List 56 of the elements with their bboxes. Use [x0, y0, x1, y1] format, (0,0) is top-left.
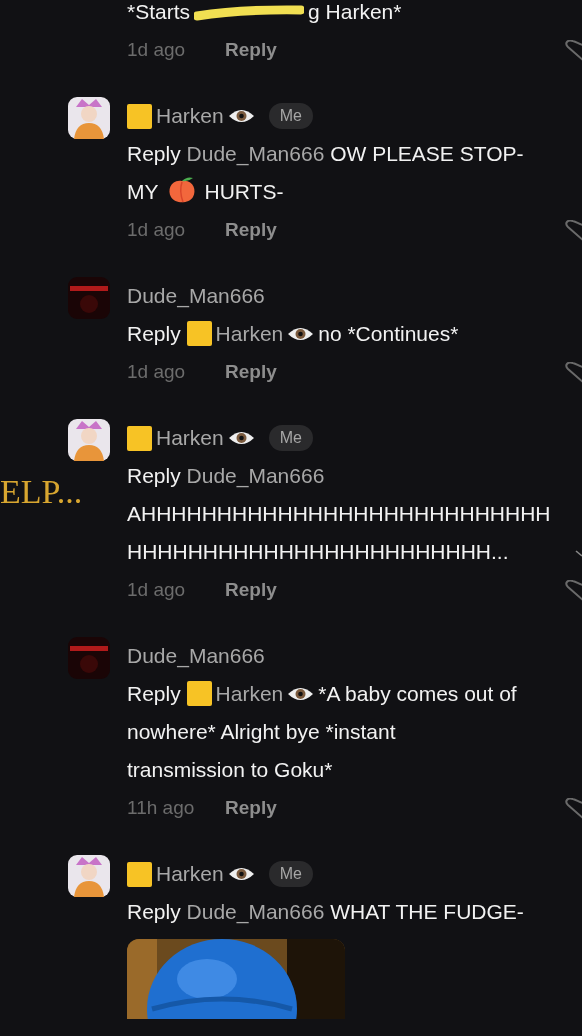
comment-text: WHAT THE FUDGE-	[330, 900, 524, 923]
avatar[interactable]	[68, 855, 110, 897]
eye-icon	[227, 430, 255, 446]
chevron-icon[interactable]	[575, 549, 582, 557]
mention-link[interactable]: Dude_Man666	[186, 900, 325, 923]
comment-text: OW PLEASE STOP-	[330, 142, 524, 165]
timestamp: 11h ago	[127, 797, 196, 819]
reply-link[interactable]: Reply	[225, 579, 277, 601]
comment-text: *A baby comes out of	[318, 682, 517, 705]
mention-link[interactable]: Harken	[215, 682, 284, 705]
reply-label: Reply	[127, 322, 182, 345]
comment-text: MY	[127, 180, 159, 203]
eye-icon	[227, 866, 255, 882]
eye-icon	[227, 108, 255, 124]
comment-text: *Starts	[127, 0, 191, 23]
eye-icon	[287, 326, 315, 342]
comment-text: AHHHHHHHHHHHHHHHHHHHHHHHHHHH	[127, 502, 551, 525]
mention-link[interactable]: Dude_Man666	[186, 142, 325, 165]
timestamp: 1d ago	[127, 579, 187, 601]
username[interactable]: Dude_Man666	[127, 644, 265, 668]
reply-label: Reply	[127, 142, 182, 165]
comment-text: HHHHHHHHHHHHHHHHHHHHHHHH...	[127, 540, 509, 563]
timestamp: 1d ago	[127, 219, 187, 241]
username[interactable]: Dude_Man666	[127, 284, 265, 308]
avatar[interactable]	[68, 419, 110, 461]
timestamp: 1d ago	[127, 39, 187, 61]
square-icon	[127, 861, 152, 887]
reply-label: Reply	[127, 900, 182, 923]
square-icon	[127, 425, 152, 451]
reply-link[interactable]: Reply	[225, 797, 277, 819]
me-badge: Me	[268, 103, 313, 129]
username[interactable]: Harken	[156, 104, 224, 128]
reply-label: Reply	[127, 464, 182, 487]
avatar[interactable]	[68, 97, 110, 139]
eye-icon	[287, 686, 315, 702]
comment-text: no *Continues*	[318, 322, 459, 345]
square-icon	[186, 321, 212, 346]
square-icon	[127, 103, 152, 129]
comment-text: HURTS-	[204, 180, 284, 203]
overlay-text: ELP...	[0, 473, 83, 511]
username[interactable]: Harken	[156, 862, 224, 886]
me-badge: Me	[268, 425, 313, 451]
username[interactable]: Harken	[156, 426, 224, 450]
reply-label: Reply	[127, 682, 182, 705]
comment-text: transmission to Goku*	[127, 758, 333, 781]
comment-text: nowhere* Alright bye *instant	[127, 720, 396, 743]
mention-link[interactable]: Harken	[215, 322, 284, 345]
peach-icon	[166, 176, 197, 204]
timestamp: 1d ago	[127, 361, 187, 383]
me-badge: Me	[268, 861, 313, 887]
square-icon	[186, 681, 212, 706]
mention-link[interactable]: Dude_Man666	[186, 464, 325, 487]
reply-link[interactable]: Reply	[225, 361, 277, 383]
reply-link[interactable]: Reply	[225, 39, 277, 61]
comment-text: g Harken*	[308, 0, 402, 23]
reply-link[interactable]: Reply	[225, 219, 277, 241]
